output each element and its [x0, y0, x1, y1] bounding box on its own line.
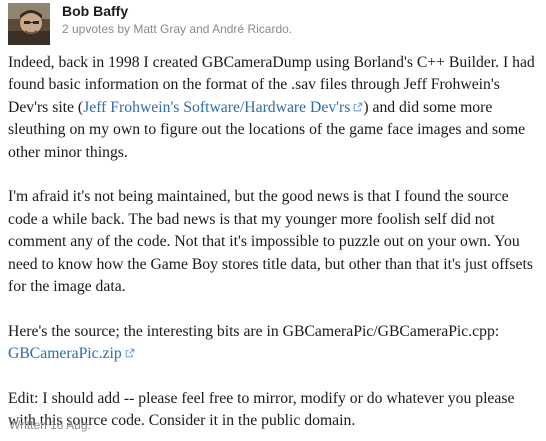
- devrs-link-label: Jeff Frohwein's Software/Hardware Dev'rs: [83, 98, 351, 116]
- paragraph-2: I'm afraid it's not being maintained, bu…: [8, 188, 533, 296]
- upvote-summary[interactable]: 2 upvotes by Matt Gray and André Ricardo…: [62, 22, 292, 36]
- avatar-photo: [8, 3, 50, 45]
- devrs-link[interactable]: Jeff Frohwein's Software/Hardware Dev'rs: [83, 99, 363, 116]
- external-link-icon: [125, 348, 135, 358]
- zip-download-link[interactable]: GBCameraPic.zip: [8, 345, 135, 362]
- paragraph-3: Here's the source; the interesting bits …: [8, 321, 542, 366]
- author-avatar[interactable]: [8, 3, 50, 45]
- paragraph-1: Indeed, back in 1998 I created GBCameraD…: [8, 52, 542, 164]
- paragraph-3-text: Here's the source; the interesting bits …: [8, 322, 500, 340]
- zip-link-label: GBCameraPic.zip: [8, 345, 122, 363]
- written-date[interactable]: Written 18 Aug.: [9, 418, 91, 432]
- answer-body: Indeed, back in 1998 I created GBCameraD…: [8, 52, 542, 433]
- author-name[interactable]: Bob Baffy: [62, 3, 128, 19]
- external-link-icon: [353, 102, 363, 112]
- answer-card: Bob Baffy 2 upvotes by Matt Gray and And…: [0, 0, 546, 441]
